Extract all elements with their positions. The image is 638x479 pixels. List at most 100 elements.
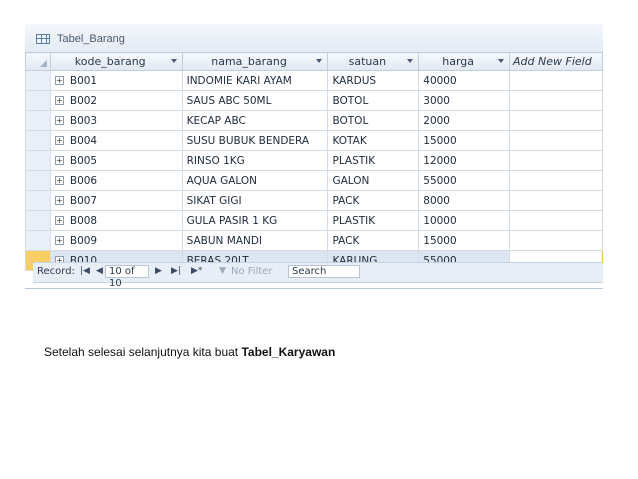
column-header-label: harga (442, 55, 475, 68)
cell-harga[interactable]: 3000 (418, 90, 511, 111)
cell-nama-barang[interactable]: AQUA GALON (181, 170, 329, 191)
cell-harga[interactable]: 12000 (418, 150, 511, 171)
table-row[interactable]: + B004 SUSU BUBUK BENDERA KOTAK 15000 (25, 130, 603, 151)
cell-nama-barang[interactable]: SIKAT GIGI (181, 190, 329, 211)
record-selector[interactable] (25, 90, 51, 111)
cell-kode-barang[interactable]: + B001 (49, 70, 183, 91)
cell-nama-barang[interactable]: INDOMIE KARI AYAM (181, 70, 329, 91)
dropdown-arrow-icon[interactable] (498, 59, 505, 63)
search-field[interactable]: Search (288, 265, 360, 278)
cell-harga[interactable]: 15000 (418, 230, 511, 251)
expand-subdatasheet-icon[interactable]: + (54, 176, 64, 185)
cell-add-new-field[interactable] (509, 150, 603, 171)
last-record-button[interactable]: ▶| (171, 266, 181, 276)
cell-satuan[interactable]: PACK (327, 230, 420, 251)
table-row[interactable]: + B008 GULA PASIR 1 KG PLASTIK 10000 (25, 210, 603, 231)
cell-value: B007 (69, 194, 98, 207)
expand-subdatasheet-icon[interactable]: + (54, 116, 64, 125)
record-selector[interactable] (25, 190, 51, 211)
cell-harga[interactable]: 40000 (418, 70, 511, 91)
cell-satuan[interactable]: PACK (327, 190, 420, 211)
column-header-label: nama_barang (211, 55, 287, 68)
table-tab[interactable]: Tabel_Barang (25, 24, 603, 53)
expand-subdatasheet-icon[interactable]: + (54, 76, 64, 85)
cell-kode-barang[interactable]: + B004 (49, 130, 183, 151)
previous-record-button[interactable]: ◀ (96, 266, 103, 276)
cell-value: B008 (69, 214, 98, 227)
dropdown-arrow-icon[interactable] (407, 59, 414, 63)
cell-nama-barang[interactable]: GULA PASIR 1 KG (181, 210, 329, 231)
table-row[interactable]: + B001 INDOMIE KARI AYAM KARDUS 40000 (25, 70, 603, 91)
expand-subdatasheet-icon[interactable]: + (54, 136, 64, 145)
cell-add-new-field[interactable] (509, 110, 603, 131)
cell-nama-barang[interactable]: SAUS ABC 50ML (181, 90, 329, 111)
cell-add-new-field[interactable] (509, 170, 603, 191)
table-row[interactable]: + B005 RINSO 1KG PLASTIK 12000 (25, 150, 603, 171)
select-all-corner[interactable] (25, 52, 51, 71)
cell-satuan[interactable]: GALON (327, 170, 420, 191)
cell-satuan[interactable]: KOTAK (327, 130, 420, 151)
expand-subdatasheet-icon[interactable]: + (54, 156, 64, 165)
cell-satuan[interactable]: KARDUS (327, 70, 420, 91)
record-selector[interactable] (25, 110, 51, 131)
cell-add-new-field[interactable] (509, 130, 603, 151)
cell-nama-barang[interactable]: SUSU BUBUK BENDERA (181, 130, 329, 151)
expand-subdatasheet-icon[interactable]: + (54, 196, 64, 205)
cell-satuan[interactable]: PLASTIK (327, 210, 420, 231)
column-header-label: Add New Field (513, 55, 592, 68)
cell-kode-barang[interactable]: + B002 (49, 90, 183, 111)
cell-harga[interactable]: 15000 (418, 130, 511, 151)
no-filter-button[interactable]: No Filter (231, 266, 273, 277)
cell-add-new-field[interactable] (509, 230, 603, 251)
column-header-kode-barang[interactable]: kode_barang (49, 52, 183, 71)
cell-kode-barang[interactable]: + B007 (49, 190, 183, 211)
record-label: Record: (37, 266, 75, 277)
cell-add-new-field[interactable] (509, 90, 603, 111)
expand-subdatasheet-icon[interactable]: + (54, 96, 64, 105)
current-record-field[interactable]: 10 of 10 (105, 265, 149, 289)
cell-kode-barang[interactable]: + B008 (49, 210, 183, 231)
next-record-button[interactable]: ▶ (155, 266, 162, 276)
cell-nama-barang[interactable]: SABUN MANDI (181, 230, 329, 251)
column-header-nama-barang[interactable]: nama_barang (181, 52, 329, 71)
cell-harga[interactable]: 8000 (418, 190, 511, 211)
record-selector[interactable] (25, 210, 51, 231)
record-selector[interactable] (25, 170, 51, 191)
cell-add-new-field[interactable] (509, 210, 603, 231)
expand-subdatasheet-icon[interactable]: + (54, 216, 64, 225)
record-selector[interactable] (25, 150, 51, 171)
cell-satuan[interactable]: BOTOL (327, 90, 420, 111)
table-row[interactable]: + B007 SIKAT GIGI PACK 8000 (25, 190, 603, 211)
table-row[interactable]: + B003 KECAP ABC BOTOL 2000 (25, 110, 603, 131)
cell-satuan[interactable]: BOTOL (327, 110, 420, 131)
datasheet-window: Tabel_Barang kode_barang nama_barang sat… (25, 24, 603, 289)
column-header-satuan[interactable]: satuan (327, 52, 420, 71)
new-record-button[interactable]: ▶* (191, 266, 202, 276)
cell-nama-barang[interactable]: KECAP ABC (181, 110, 329, 131)
cell-kode-barang[interactable]: + B006 (49, 170, 183, 191)
table-row[interactable]: + B006 AQUA GALON GALON 55000 (25, 170, 603, 191)
record-selector[interactable] (25, 130, 51, 151)
table-row[interactable]: + B002 SAUS ABC 50ML BOTOL 3000 (25, 90, 603, 111)
cell-kode-barang[interactable]: + B003 (49, 110, 183, 131)
column-header-harga[interactable]: harga (418, 52, 511, 71)
cell-kode-barang[interactable]: + B005 (49, 150, 183, 171)
cell-add-new-field[interactable] (509, 70, 603, 91)
record-selector[interactable] (25, 230, 51, 251)
table-row[interactable]: + B009 SABUN MANDI PACK 15000 (25, 230, 603, 251)
cell-add-new-field[interactable] (509, 190, 603, 211)
cell-harga[interactable]: 10000 (418, 210, 511, 231)
column-header-label: kode_barang (74, 55, 146, 68)
cell-value: B002 (69, 94, 98, 107)
record-selector[interactable] (25, 70, 51, 91)
dropdown-arrow-icon[interactable] (316, 59, 323, 63)
dropdown-arrow-icon[interactable] (170, 59, 177, 63)
first-record-button[interactable]: |◀ (80, 266, 90, 276)
cell-harga[interactable]: 2000 (418, 110, 511, 131)
cell-nama-barang[interactable]: RINSO 1KG (181, 150, 329, 171)
expand-subdatasheet-icon[interactable]: + (54, 236, 64, 245)
cell-harga[interactable]: 55000 (418, 170, 511, 191)
cell-kode-barang[interactable]: + B009 (49, 230, 183, 251)
cell-satuan[interactable]: PLASTIK (327, 150, 420, 171)
add-new-field-header[interactable]: Add New Field (509, 52, 603, 71)
